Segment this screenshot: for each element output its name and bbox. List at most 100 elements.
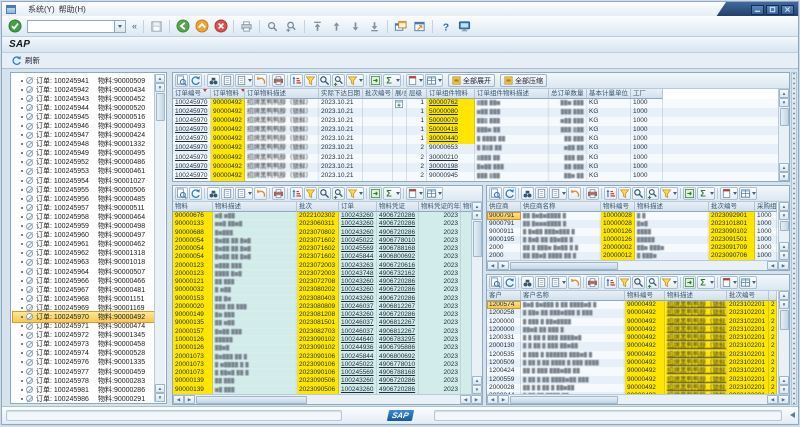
search-next-icon[interactable] [646, 276, 659, 289]
scroll-track[interactable] [509, 261, 767, 270]
material-document-cell[interactable]: 4906800692 [377, 353, 419, 361]
details-icon[interactable] [489, 276, 502, 289]
copy-icon[interactable] [221, 74, 234, 87]
tree-item[interactable]: 订单: 100245954物料:90001027 [13, 176, 154, 185]
refresh-icon[interactable] [503, 187, 516, 200]
tree-item[interactable]: 订单: 100245958物料:90000464 [13, 212, 154, 221]
sort-asc-icon[interactable] [604, 187, 617, 200]
column-header[interactable]: 层级 [407, 89, 427, 99]
tree-item[interactable]: 订单: 100245971物料:90000474 [13, 322, 154, 331]
collapse-command-icon[interactable]: « [132, 21, 137, 31]
material-document-cell[interactable]: 4906720286 [377, 229, 419, 237]
material-document-cell[interactable]: 4906720286 [377, 386, 419, 394]
tree-item[interactable]: 订单: 100245966物料:90000466 [13, 276, 154, 285]
search-next-icon[interactable] [646, 187, 659, 200]
material-document-cell[interactable]: 4906800692 [377, 253, 419, 261]
material-document-cell[interactable]: 4906720286 [377, 220, 419, 228]
tree-item[interactable]: 订单: 100245970物料:90000492 [13, 312, 154, 321]
column-header[interactable]: 订单物料描述 [245, 89, 319, 99]
material-description-cell[interactable]: 招牌黑鸭鸭脖（锁鲜） [665, 342, 727, 350]
save-icon[interactable] [148, 18, 165, 35]
scroll-up-icon[interactable]: ▲ [779, 376, 789, 385]
filter-icon[interactable] [304, 187, 317, 200]
order-number-cell[interactable]: 100245970 [173, 144, 211, 153]
column-header[interactable]: 客户名称 [521, 291, 625, 301]
first-page-icon[interactable] [309, 18, 326, 35]
column-header[interactable]: 物料描述 [213, 202, 297, 212]
material-description-cell[interactable]: 招牌黑鸭鸭脖（锁鲜） [665, 318, 727, 326]
order-number-cell[interactable]: 100245970 [173, 135, 211, 144]
column-header[interactable]: 批次编号 [709, 202, 755, 212]
vertical-scrollbar[interactable]: ▲▼▲▼ [778, 291, 789, 394]
tree-item[interactable]: 订单: 100245986物料:90000291 [13, 394, 154, 403]
layout-icon[interactable] [739, 276, 757, 289]
search-next-icon[interactable] [332, 187, 345, 200]
column-header[interactable]: 物料描述 [635, 202, 709, 212]
column-header[interactable]: 物料描述 [665, 291, 727, 301]
material-document-cell[interactable]: 4906778010 [377, 361, 419, 369]
vertical-scrollbar[interactable]: ▲▼▲▼ [154, 74, 165, 402]
print-icon[interactable] [238, 18, 255, 35]
order-cell[interactable]: 100246037 [339, 303, 377, 311]
tree-item[interactable]: 订单: 100245967物料:90000481 [13, 285, 154, 294]
splitter-handle[interactable] [791, 72, 797, 405]
order-cell[interactable]: 100243260 [339, 295, 377, 303]
material-description-cell[interactable]: 招牌黑鸭鸭脖（锁鲜） [665, 309, 727, 317]
back-icon[interactable] [174, 18, 191, 35]
tree-item[interactable]: 订单: 100245981物料:90000286 [13, 385, 154, 394]
filter-icon[interactable] [618, 276, 631, 289]
scroll-thumb[interactable] [780, 310, 789, 330]
material-document-cell[interactable]: 4906720286 [377, 286, 419, 294]
copy-icon[interactable] [549, 187, 567, 200]
copy-icon[interactable] [235, 187, 253, 200]
material-description-cell[interactable]: 招牌黑鸭鸭脖（锁鲜） [665, 376, 727, 384]
print-icon[interactable] [586, 187, 599, 200]
status-expand-icon[interactable] [790, 412, 795, 418]
sort-asc-icon[interactable] [290, 74, 303, 87]
export-icon[interactable] [369, 74, 382, 87]
order-cell[interactable]: 100245022 [339, 361, 377, 369]
menu-item-system[interactable]: 系统(Y) [26, 5, 57, 14]
search-next-icon[interactable] [332, 74, 345, 87]
filter-icon[interactable] [304, 74, 317, 87]
component-cell[interactable]: 30000198 [427, 163, 475, 172]
scroll-thumb[interactable] [780, 108, 789, 126]
print-icon[interactable] [272, 187, 285, 200]
column-header[interactable]: 实际下达日期 [319, 89, 363, 99]
order-cell[interactable]: 100245022 [339, 237, 377, 245]
material-description-cell[interactable]: 招牌黑鸭鸭脖（锁鲜） [665, 334, 727, 342]
shortcut-icon[interactable] [411, 18, 428, 35]
sum-icon[interactable]: Σ [383, 187, 401, 200]
column-header[interactable]: 物料编号 [625, 291, 665, 301]
find-icon[interactable] [521, 276, 534, 289]
scroll-down-icon[interactable]: ▼ [779, 172, 789, 181]
order-number-cell[interactable]: 100245970 [173, 126, 211, 135]
tree-item[interactable]: 订单: 100245969物料:90001169 [13, 303, 154, 312]
sum-icon[interactable]: Σ [697, 187, 715, 200]
print-icon[interactable] [272, 74, 285, 87]
material-description-cell[interactable]: 招牌黑鸭鸭脖（锁鲜） [665, 359, 727, 367]
command-input[interactable] [27, 20, 115, 33]
order-number-cell[interactable]: 100245970 [173, 163, 211, 172]
tree-item[interactable]: 订单: 100245956物料:90000485 [13, 194, 154, 203]
filter-icon[interactable] [618, 187, 631, 200]
column-header[interactable]: 物料凭 [461, 202, 471, 212]
copy-icon[interactable] [221, 187, 234, 200]
material-description-cell[interactable]: 招牌黑鸭鸭脖（锁鲜） [665, 301, 727, 309]
refresh-icon[interactable] [189, 74, 202, 87]
sort-asc-icon[interactable] [604, 276, 617, 289]
tree-item[interactable]: 订单: 100245944物料:90000520 [13, 103, 154, 112]
scroll-left-icon[interactable]: ◀ [173, 395, 184, 404]
column-header[interactable]: 订单组件物料 [427, 89, 475, 99]
tree-item[interactable]: 订单: 100245941物料:90000509 [13, 76, 154, 85]
sum-icon[interactable]: Σ [383, 74, 401, 87]
vertical-scrollbar[interactable]: ▲▼▲▼ [778, 89, 789, 181]
filter-icon[interactable] [660, 276, 678, 289]
vertical-scrollbar[interactable]: ▲▼▲▼ [471, 202, 482, 394]
tree-item[interactable]: 订单: 100245973物料:90000458 [13, 340, 154, 349]
order-cell[interactable]: 100245844 [339, 353, 377, 361]
undo-icon[interactable] [568, 187, 581, 200]
scroll-up-icon[interactable]: ▲ [472, 376, 482, 385]
scroll-up-icon[interactable]: ▲ [779, 163, 789, 172]
layout-icon[interactable] [425, 74, 443, 87]
